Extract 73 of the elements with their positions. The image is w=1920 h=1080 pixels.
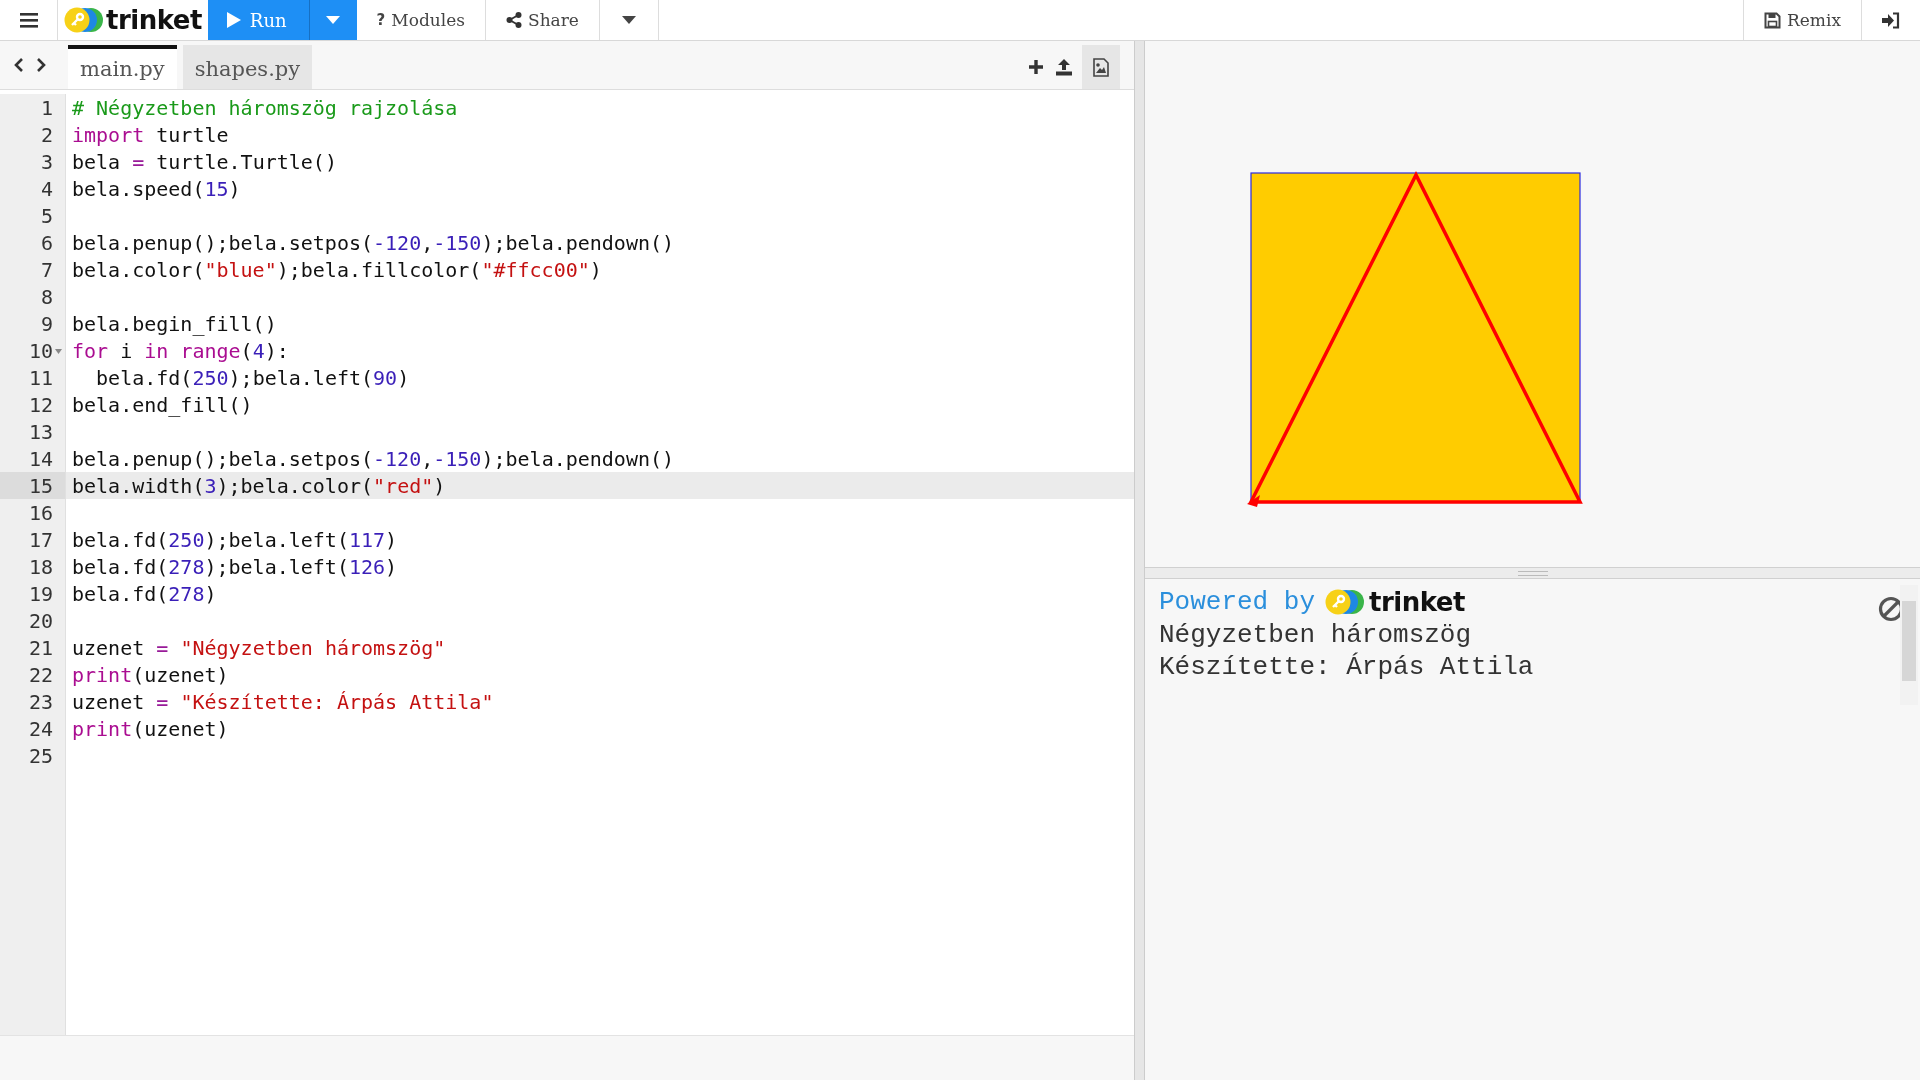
image-file-button[interactable] <box>1082 45 1120 89</box>
powered-by-text: Powered by <box>1159 587 1316 617</box>
login-icon <box>1882 11 1900 29</box>
line-number: 19 <box>28 581 53 606</box>
file-tab[interactable]: shapes.py <box>182 45 313 89</box>
line-number: 5 <box>40 203 53 228</box>
code-line: bela.speed(15) <box>72 176 241 201</box>
code-line: bela.end_fill() <box>72 392 253 417</box>
file-tab[interactable]: main.py <box>68 45 177 89</box>
line-number: 3 <box>40 149 53 174</box>
menu-icon <box>19 12 38 28</box>
code-line: bela.color("blue");bela.fillcolor("#ffcc00") <box>72 257 602 282</box>
code-line: print(uzenet) <box>72 662 229 687</box>
line-number: 2 <box>40 122 53 147</box>
code-line: bela.fd(278);bela.left(126) <box>72 554 398 579</box>
play-icon <box>225 11 242 29</box>
line-number: 15 <box>28 473 53 498</box>
line-number: 14 <box>28 446 53 471</box>
share-icon <box>506 12 522 28</box>
line-number: 17 <box>28 527 53 552</box>
scrollbar[interactable] <box>1900 585 1918 705</box>
output-line: Négyzetben háromszög <box>1159 619 1473 651</box>
logo-text: trinket <box>1369 587 1465 617</box>
logo-text: trinket <box>106 5 202 35</box>
line-number: 16 <box>28 500 53 525</box>
line-number: 18 <box>28 554 53 579</box>
code-line: bela.fd(250);bela.left(117) <box>72 527 398 552</box>
code-line: print(uzenet) <box>72 716 229 741</box>
remix-button[interactable]: Remix <box>1744 0 1861 40</box>
code-line: uzenet = "Négyzetben háromszög" <box>72 635 446 660</box>
line-number: 25 <box>28 743 53 768</box>
fold-icon[interactable] <box>55 349 62 354</box>
line-number: 20 <box>28 608 53 633</box>
line-number: 1 <box>40 95 53 120</box>
line-number: 7 <box>40 257 53 282</box>
line-number: 9 <box>40 311 53 336</box>
save-icon <box>1764 11 1781 29</box>
line-number: 22 <box>28 662 53 687</box>
share-button[interactable]: Share <box>486 0 600 40</box>
code-line: import turtle <box>72 122 229 147</box>
code-line: bela.penup();bela.setpos(-120,-150);bela.pendown() <box>72 446 675 471</box>
code-line: bela.width(3);bela.color("red") <box>72 473 446 498</box>
modules-button[interactable]: ? Modules <box>356 0 486 40</box>
code-line: bela.begin_fill() <box>72 311 277 336</box>
line-number: 4 <box>40 176 53 201</box>
upload-icon <box>1055 58 1073 76</box>
plus-icon <box>1028 59 1044 75</box>
code-line: bela.penup();bela.setpos(-120,-150);bela.pendown() <box>72 230 675 255</box>
line-number: 13 <box>28 419 53 444</box>
output-line: Készítette: Árpás Attila <box>1159 651 1535 683</box>
code-line: bela.fd(278) <box>72 581 217 606</box>
line-number: 21 <box>28 635 53 660</box>
line-number: 12 <box>28 392 53 417</box>
code-line: for i in range(4): <box>72 338 289 363</box>
caret-icon <box>326 16 341 24</box>
caret-icon <box>621 16 636 24</box>
code-line: uzenet = "Készítette: Árpás Attila" <box>72 689 494 714</box>
line-number: 8 <box>40 284 53 309</box>
line-number: 6 <box>40 230 53 255</box>
code-line: # Négyzetben háromszög rajzolása <box>72 95 458 120</box>
splitter-handle[interactable] <box>1134 41 1145 1080</box>
run-options-button[interactable] <box>308 0 357 40</box>
line-number: 11 <box>28 365 53 390</box>
image-file-icon <box>1093 57 1109 77</box>
line-number: 24 <box>28 716 53 741</box>
code-line: bela.fd(250);bela.left(90) <box>95 365 410 390</box>
trinket-logo-icon <box>1325 589 1366 615</box>
line-number: 10 <box>28 338 53 363</box>
code-line: bela = turtle.Turtle() <box>72 149 337 174</box>
turtle-arrow-icon <box>1247 495 1260 507</box>
trinket-logo-icon <box>64 7 104 33</box>
code-arrows-icon <box>13 57 47 73</box>
line-number: 23 <box>28 689 53 714</box>
